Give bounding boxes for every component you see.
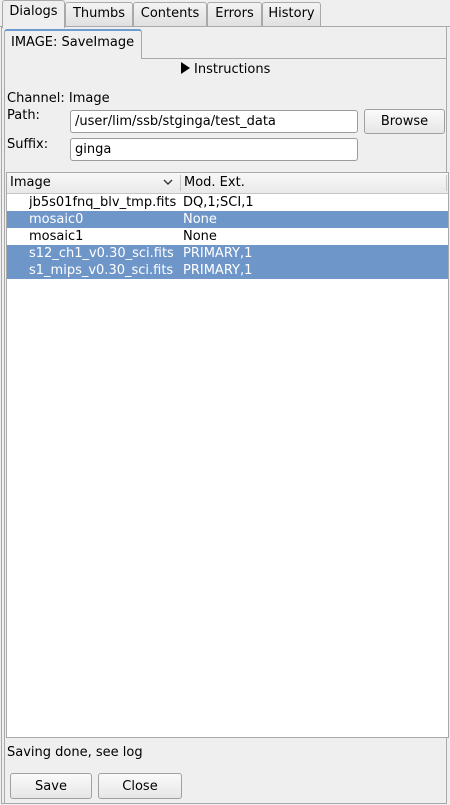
channel-label: Channel: Image — [7, 91, 110, 106]
mod-ext-cell: DQ,1;SCI,1 — [183, 195, 254, 210]
save-button[interactable]: Save — [10, 773, 92, 799]
browse-button[interactable]: Browse — [364, 109, 445, 134]
path-label: Path: — [7, 108, 40, 123]
path-input[interactable] — [70, 110, 358, 133]
image-name-cell: mosaic0 — [29, 212, 84, 227]
suffix-label: Suffix: — [7, 137, 49, 152]
column-header-image[interactable]: Image — [7, 173, 183, 193]
table-row[interactable]: mosaic1 None — [7, 228, 448, 245]
table-row[interactable]: jb5s01fnq_blv_tmp.fits DQ,1;SCI,1 — [7, 194, 448, 211]
tab-contents[interactable]: Contents — [133, 2, 207, 26]
instructions-label: Instructions — [194, 62, 271, 77]
status-message: Saving done, see log — [7, 745, 143, 760]
tab-thumbs[interactable]: Thumbs — [65, 2, 133, 26]
suffix-input[interactable] — [70, 138, 358, 161]
tab-errors[interactable]: Errors — [207, 2, 262, 26]
tab-history[interactable]: History — [262, 2, 321, 26]
mod-ext-cell: PRIMARY,1 — [183, 246, 253, 261]
instructions-expander[interactable]: Instructions — [181, 61, 270, 79]
column-separator — [446, 175, 447, 191]
image-name-cell: s12_ch1_v0.30_sci.fits — [29, 246, 174, 261]
mod-ext-cell: PRIMARY,1 — [183, 263, 253, 278]
table-row[interactable]: s1_mips_v0.30_sci.fits PRIMARY,1 — [7, 262, 448, 279]
image-table: Image Mod. Ext. jb5s01fnq_blv_tmp.fits D… — [6, 172, 449, 738]
tab-bar: Dialogs Thumbs Contents Errors History — [0, 0, 450, 28]
table-header: Image Mod. Ext. — [7, 173, 448, 194]
sort-chevron-down-icon — [163, 179, 173, 185]
close-button[interactable]: Close — [98, 773, 182, 799]
image-name-cell: mosaic1 — [29, 229, 84, 244]
image-name-cell: jb5s01fnq_blv_tmp.fits — [29, 195, 177, 210]
expand-triangle-icon — [181, 62, 190, 74]
tab-saveimage[interactable]: IMAGE: SaveImage — [4, 29, 142, 59]
image-name-cell: s1_mips_v0.30_sci.fits — [29, 263, 174, 278]
table-row[interactable]: mosaic0 None — [7, 211, 448, 228]
column-header-mod-ext-label: Mod. Ext. — [184, 175, 245, 190]
table-row[interactable]: s12_ch1_v0.30_sci.fits PRIMARY,1 — [7, 245, 448, 262]
mod-ext-cell: None — [183, 212, 217, 227]
column-header-image-label: Image — [10, 175, 51, 190]
mod-ext-cell: None — [183, 229, 217, 244]
column-header-mod-ext[interactable]: Mod. Ext. — [181, 173, 446, 193]
tab-dialogs[interactable]: Dialogs — [2, 0, 65, 28]
